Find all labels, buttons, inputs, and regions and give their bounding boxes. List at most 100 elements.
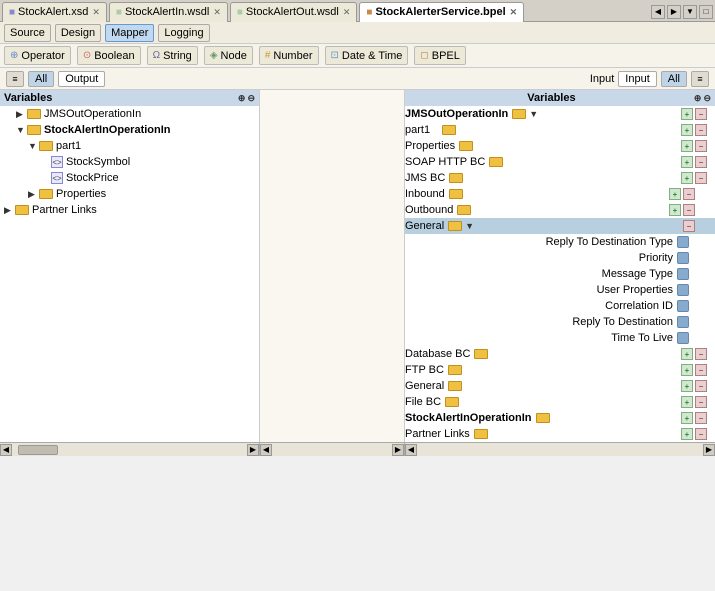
r-ftp-plus[interactable]: + [681, 364, 693, 376]
tab-nav-maximize[interactable]: □ [699, 5, 713, 19]
r-part1-minus[interactable]: − [695, 124, 707, 136]
mapper-tab[interactable]: Mapper [105, 24, 154, 42]
r-jmsbc-plus[interactable]: + [681, 172, 693, 184]
logging-tab[interactable]: Logging [158, 24, 209, 42]
r-db-plus[interactable]: + [681, 348, 693, 360]
r-partnerlinks-plus[interactable]: + [681, 428, 693, 440]
r-tree-database-bc[interactable]: Database BC + − [405, 346, 715, 362]
r-general2-minus[interactable]: − [695, 380, 707, 392]
r-tree-jmsout[interactable]: JMSOutOperationIn ▼ + − [405, 106, 715, 122]
tree-item-jmsout[interactable]: ▶ JMSOutOperationIn [0, 106, 259, 122]
all-tab-right[interactable]: All [661, 71, 687, 87]
r-inbound-minus[interactable]: − [683, 188, 695, 200]
mid-hscroll-left[interactable]: ◀ [260, 444, 272, 456]
r-general2-plus[interactable]: + [681, 380, 693, 392]
r-ftp-minus[interactable]: − [695, 364, 707, 376]
number-tool[interactable]: # Number [259, 46, 319, 65]
tree-item-part1[interactable]: ▼ part1 [0, 138, 259, 154]
r-props-plus[interactable]: + [681, 140, 693, 152]
operator-tool[interactable]: ⊕ Operator [4, 46, 71, 65]
design-tab[interactable]: Design [55, 24, 101, 42]
string-tool[interactable]: Ω String [147, 46, 198, 65]
r-tree-general[interactable]: General ▼ − [405, 218, 715, 234]
r-soap-plus[interactable]: + [681, 156, 693, 168]
tree-item-stocksymbol[interactable]: <> StockSymbol [0, 154, 259, 170]
right-hscroll-left[interactable]: ◀ [405, 444, 417, 456]
all-tab-left[interactable]: All [28, 71, 54, 87]
r-soap-minus[interactable]: − [695, 156, 707, 168]
left-panel-toggle[interactable]: ≡ [6, 71, 24, 87]
output-tab-left[interactable]: Output [58, 71, 105, 87]
tab-close-bpel[interactable]: ✕ [510, 7, 518, 18]
r-tree-soap-http-bc[interactable]: SOAP HTTP BC + − [405, 154, 715, 170]
right-panel-toggle[interactable]: ≡ [691, 71, 709, 87]
r-tree-inbound[interactable]: Inbound + − [405, 186, 715, 202]
tab-stockalert-xsd[interactable]: ■ StockAlert.xsd ✕ [2, 2, 107, 22]
tab-stockalertin-wsdl[interactable]: ■ StockAlertIn.wsdl ✕ [109, 2, 228, 22]
right-hscroll[interactable]: ◀ ▶ [405, 443, 715, 456]
r-outbound-minus[interactable]: − [683, 204, 695, 216]
tab-stockalerter-bpel[interactable]: ■ StockAlerterService.bpel ✕ [359, 2, 524, 22]
r-stockalertin-plus[interactable]: + [681, 412, 693, 424]
left-hscroll-left[interactable]: ◀ [0, 444, 12, 456]
r-tree-partnerlinks[interactable]: Partner Links + − [405, 426, 715, 442]
r-jmsout-plus[interactable]: + [681, 108, 693, 120]
input-toggle[interactable]: Input [618, 71, 656, 87]
r-stockalertin-minus[interactable]: − [695, 412, 707, 424]
right-header-ctrl2[interactable]: ⊖ [703, 93, 711, 104]
r-tree-reply-dest-type[interactable]: Reply To Destination Type [405, 234, 715, 250]
tree-item-partnerlinks[interactable]: ▶ Partner Links [0, 202, 259, 218]
right-header-ctrl1[interactable]: ⊕ [694, 93, 702, 104]
r-tree-user-props[interactable]: User Properties [405, 282, 715, 298]
r-inbound-plus[interactable]: + [669, 188, 681, 200]
left-hscroll[interactable]: ◀ ▶ [0, 443, 260, 456]
left-header-ctrl1[interactable]: ⊕ [238, 93, 246, 104]
datetime-tool[interactable]: ⊡ Date & Time [325, 46, 409, 65]
r-tree-priority[interactable]: Priority [405, 250, 715, 266]
tab-close-xsd[interactable]: ✕ [92, 7, 100, 18]
tab-nav-left[interactable]: ◀ [651, 5, 665, 19]
left-hscroll-right[interactable]: ▶ [247, 444, 259, 456]
r-tree-file-bc[interactable]: File BC + − [405, 394, 715, 410]
r-general-minus[interactable]: − [683, 220, 695, 232]
r-file-minus[interactable]: − [695, 396, 707, 408]
r-outbound-plus[interactable]: + [669, 204, 681, 216]
r-folder-part1 [442, 125, 456, 135]
left-header-ctrl2[interactable]: ⊖ [247, 93, 255, 104]
mid-hscroll-right[interactable]: ▶ [392, 444, 404, 456]
r-part1-plus[interactable]: + [681, 124, 693, 136]
r-tree-time-to-live[interactable]: Time To Live [405, 330, 715, 346]
boolean-tool[interactable]: ⊙ Boolean [77, 46, 141, 65]
tab-nav-right[interactable]: ▶ [667, 5, 681, 19]
source-tab[interactable]: Source [4, 24, 51, 42]
icon-toolbar: ⊕ Operator ⊙ Boolean Ω String ◈ Node # N… [0, 44, 715, 68]
right-hscroll-right[interactable]: ▶ [703, 444, 715, 456]
tab-close-wsdlin[interactable]: ✕ [213, 7, 221, 18]
tree-item-stockprice[interactable]: <> StockPrice [0, 170, 259, 186]
tree-item-properties-left[interactable]: ▶ Properties [0, 186, 259, 202]
r-jmsbc-controls: + − [681, 172, 707, 184]
r-tree-general2[interactable]: General + − [405, 378, 715, 394]
tree-item-stockalertin[interactable]: ▼ StockAlertInOperationIn [0, 122, 259, 138]
tab-nav-down[interactable]: ▼ [683, 5, 697, 19]
r-tree-part1[interactable]: part1 + − [405, 122, 715, 138]
r-db-minus[interactable]: − [695, 348, 707, 360]
r-tree-ftp-bc[interactable]: FTP BC + − [405, 362, 715, 378]
mid-hscroll[interactable]: ◀ ▶ [260, 443, 405, 456]
node-tool[interactable]: ◈ Node [204, 46, 253, 65]
r-tree-correlation-id[interactable]: Correlation ID [405, 298, 715, 314]
r-tree-reply-dest[interactable]: Reply To Destination [405, 314, 715, 330]
r-tree-properties[interactable]: Properties + − [405, 138, 715, 154]
r-tree-stockalertin[interactable]: StockAlertInOperationIn + − [405, 410, 715, 426]
r-partnerlinks-minus[interactable]: − [695, 428, 707, 440]
r-jmsbc-minus[interactable]: − [695, 172, 707, 184]
r-file-plus[interactable]: + [681, 396, 693, 408]
r-tree-outbound[interactable]: Outbound + − [405, 202, 715, 218]
r-jmsout-minus[interactable]: − [695, 108, 707, 120]
tab-close-wsdlout[interactable]: ✕ [343, 7, 351, 18]
r-tree-message-type[interactable]: Message Type [405, 266, 715, 282]
bpel-tool[interactable]: ◻ BPEL [414, 46, 465, 65]
r-tree-jms-bc[interactable]: JMS BC + − [405, 170, 715, 186]
tab-stockalertout-wsdl[interactable]: ■ StockAlertOut.wsdl ✕ [230, 2, 358, 22]
r-props-minus[interactable]: − [695, 140, 707, 152]
